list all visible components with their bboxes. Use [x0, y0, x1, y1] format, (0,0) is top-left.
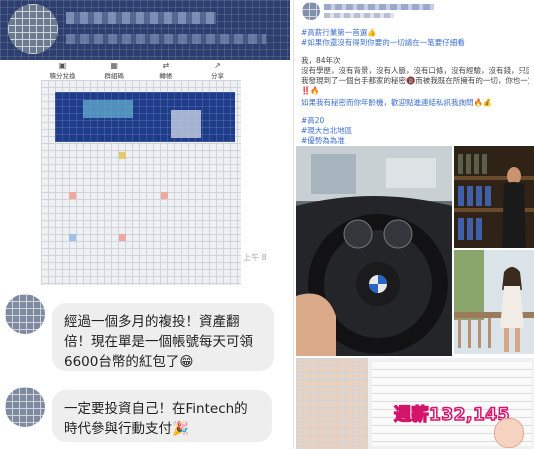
wine-shelf-illustration	[454, 146, 534, 248]
post-text-line: ‼️🔥	[301, 86, 320, 95]
blurred-block-highlight	[171, 110, 201, 138]
chat-message-bubble[interactable]: 一定要投資自己！在Fintech的時代參與行動支付🎉	[52, 390, 272, 442]
action-points-exchange[interactable]: ▣ 積分兌換	[40, 60, 85, 81]
post-text-line[interactable]: #如果你還沒有得到你要的一切請在一笔要仔細看	[301, 38, 529, 48]
balcony-illustration	[454, 250, 534, 354]
blurred-block	[55, 92, 235, 142]
post-text-line[interactable]: #高薪行業第一首選👍	[301, 28, 529, 38]
steering-wheel-illustration	[296, 146, 452, 356]
action-share[interactable]: ↗ 分享	[195, 60, 240, 81]
car-steering-wheel-photo[interactable]	[296, 146, 452, 356]
profile-subtitle-blur	[66, 34, 266, 44]
qr-code-icon: ▦	[110, 60, 118, 70]
post-meta-blur	[324, 13, 394, 18]
woman-balcony-photo[interactable]	[454, 250, 534, 354]
share-icon: ↗	[214, 60, 221, 70]
sender-avatar[interactable]	[5, 294, 45, 334]
gift-icon: ▣	[58, 60, 67, 70]
avatar[interactable]	[8, 4, 58, 54]
earnings-screenshot-photo[interactable]: 週薪132,145	[296, 358, 534, 449]
cartoon-sticker-icon	[494, 418, 524, 448]
post-hashtag[interactable]: #優勢為為准	[301, 136, 529, 146]
message-timestamp: 上午 8	[243, 253, 267, 262]
blurred-chat-image	[41, 80, 241, 285]
action-bar: ▣ 積分兌換 ▦ 群組碼 ⇄ 轉帳 ↗ 分享	[40, 60, 240, 81]
blurred-dot	[69, 234, 76, 241]
blurred-block-highlight	[83, 100, 133, 118]
chat-message-bubble[interactable]: 經過一個多月的複投！資產翻倍！現在單是一個帳號每天可領6600台幣的紅包了😁	[52, 303, 274, 371]
profile-header	[0, 0, 290, 60]
post-text-line: 我，84年次	[301, 56, 341, 65]
post-author-avatar[interactable]	[302, 2, 320, 20]
transfer-icon: ⇄	[162, 60, 170, 70]
blurred-person	[296, 358, 368, 449]
post-text-line: 如果我有秘密而你年齡機，歡迎點進連結私訊我詢問🔥💰	[301, 98, 493, 107]
sender-avatar[interactable]	[5, 387, 45, 427]
post-text-line: 沒有學歷，沒有背景，沒有人脈，沒有口條，沒有經驗，沒有錢，只因為讓	[301, 66, 529, 75]
party-popper-emoji-icon: 🎉	[172, 421, 189, 437]
blurred-dot	[119, 234, 126, 241]
blurred-dot	[161, 192, 168, 199]
action-transfer[interactable]: ⇄ 轉帳	[143, 60, 188, 81]
post-hashtag[interactable]: #高20	[301, 116, 529, 126]
blurred-dot	[69, 192, 76, 199]
action-group-code[interactable]: ▦ 群組碼	[92, 60, 137, 81]
earnings-overlay-text: 週薪132,145	[393, 404, 510, 426]
profile-name-blur	[66, 12, 216, 24]
post-text-line: 我發現到了一個台手都家的秘密🔞而被我既在所擁有的一切，你也一定可以	[301, 76, 529, 85]
blurred-dot	[119, 152, 126, 159]
wine-shelf-photo[interactable]	[454, 146, 534, 248]
post-author-name-blur[interactable]	[324, 4, 434, 10]
post-hashtag[interactable]: #現大台北地區	[301, 126, 529, 136]
grinning-emoji-icon: 😁	[179, 354, 194, 370]
